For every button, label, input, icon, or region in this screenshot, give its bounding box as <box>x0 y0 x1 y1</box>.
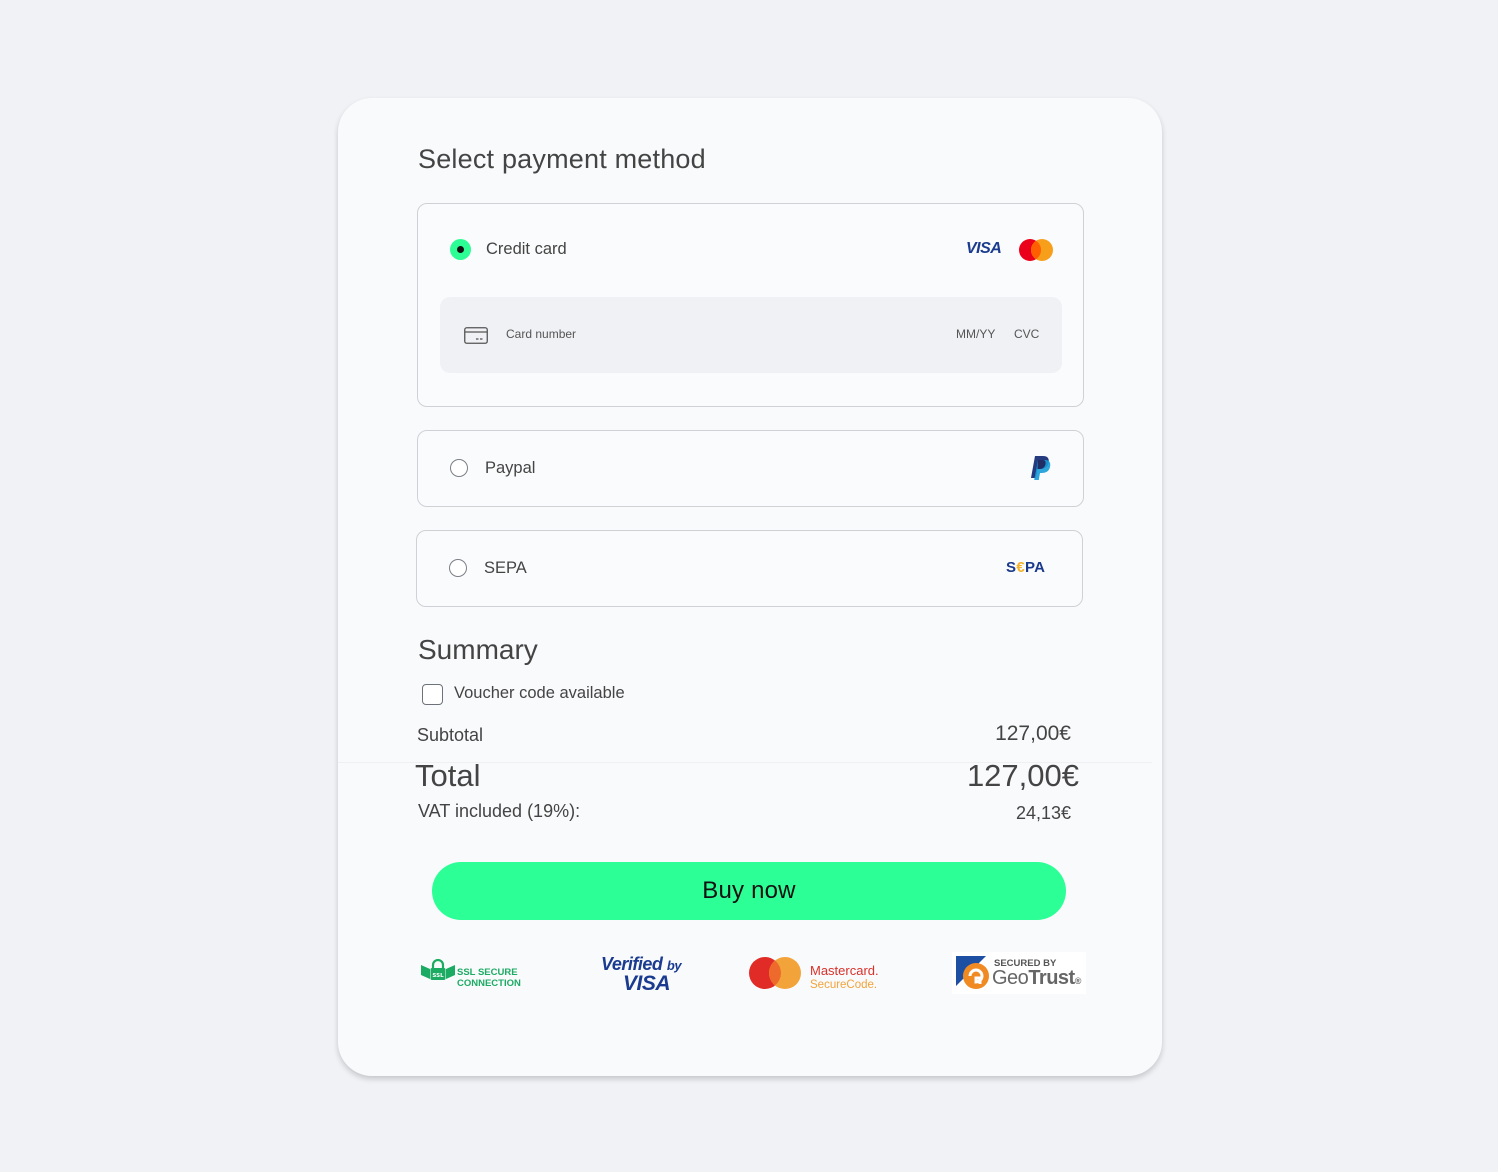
ssl-lock-icon: SSL <box>421 959 455 980</box>
geotrust-reg: ® <box>1074 976 1082 986</box>
vat-value: 24,13€ <box>1015 803 1071 823</box>
sepa-logo-euro: € <box>1016 559 1025 576</box>
vat-label: VAT included (19%): <box>418 801 581 821</box>
cvc-field[interactable]: CVC <box>1014 327 1039 341</box>
summary-title: Summary <box>418 634 538 665</box>
mastercard-name: Mastercard. <box>810 963 879 978</box>
ssl-secure-badge: SSL SSL SECURE CONNECTION <box>421 956 541 989</box>
payment-option-paypal[interactable]: Paypal <box>417 430 1084 507</box>
credit-card-label: Credit card <box>486 240 567 258</box>
payment-method-title: Select payment method <box>418 144 706 174</box>
sepa-icon: S€PA <box>1006 559 1045 576</box>
geotrust-geo: Geo <box>992 967 1029 989</box>
ssl-lock-text: SSL <box>432 973 444 979</box>
sepa-logo-pa: PA <box>1024 559 1046 576</box>
ssl-line-2: CONNECTION <box>457 978 521 989</box>
ssl-line-1: SSL SECURE <box>457 967 518 978</box>
paypal-label: Paypal <box>485 459 536 477</box>
mastercard-icon <box>1019 239 1053 261</box>
credit-card-icon <box>464 327 488 344</box>
paypal-radio[interactable] <box>450 459 468 477</box>
mastercard-securecode-badge: Mastercard. SecureCode. <box>748 956 898 992</box>
checkout-card: Select payment method Credit card VISA C… <box>338 98 1162 1076</box>
payment-option-credit-card[interactable]: Credit card VISA Card number MM/YY CVC <box>417 203 1084 407</box>
total-label: Total <box>415 758 481 793</box>
sepa-label: SEPA <box>484 559 527 577</box>
sepa-radio[interactable] <box>449 559 467 577</box>
visa-icon: VISA <box>966 240 1002 257</box>
geotrust-badge: SECURED BY GeoTrust® <box>952 952 1086 994</box>
securecode-text: SecureCode. <box>810 979 878 991</box>
subtotal-label: Subtotal <box>417 725 484 745</box>
vbv-visa-text: VISA <box>623 972 671 995</box>
paypal-icon <box>1031 456 1051 480</box>
vbv-verified: Verified <box>601 954 663 974</box>
subtotal-value: 127,00€ <box>995 722 1071 745</box>
expiry-field[interactable]: MM/YY <box>956 327 995 341</box>
card-details-input[interactable]: Card number MM/YY CVC <box>440 297 1062 373</box>
geotrust-icon <box>956 956 989 989</box>
total-value: 127,00€ <box>966 758 1079 793</box>
card-number-field[interactable]: Card number <box>506 327 576 341</box>
voucher-checkbox[interactable] <box>422 684 443 705</box>
mastercard-securecode-icon <box>749 957 801 989</box>
geotrust-trust: Trust <box>1028 967 1075 989</box>
payment-option-sepa[interactable]: SEPA S€PA <box>416 530 1083 607</box>
sepa-logo-s: S <box>1006 559 1017 576</box>
buy-now-button[interactable]: Buy now <box>432 862 1066 920</box>
vbv-by: by <box>666 958 682 973</box>
ssl-text: SSL SECURE CONNECTION <box>457 967 521 989</box>
verified-by-visa-badge: Verified by VISA <box>601 954 691 995</box>
geotrust-name: GeoTrust® <box>992 967 1081 990</box>
voucher-label: Voucher code available <box>454 684 625 702</box>
credit-card-radio[interactable] <box>450 239 471 260</box>
